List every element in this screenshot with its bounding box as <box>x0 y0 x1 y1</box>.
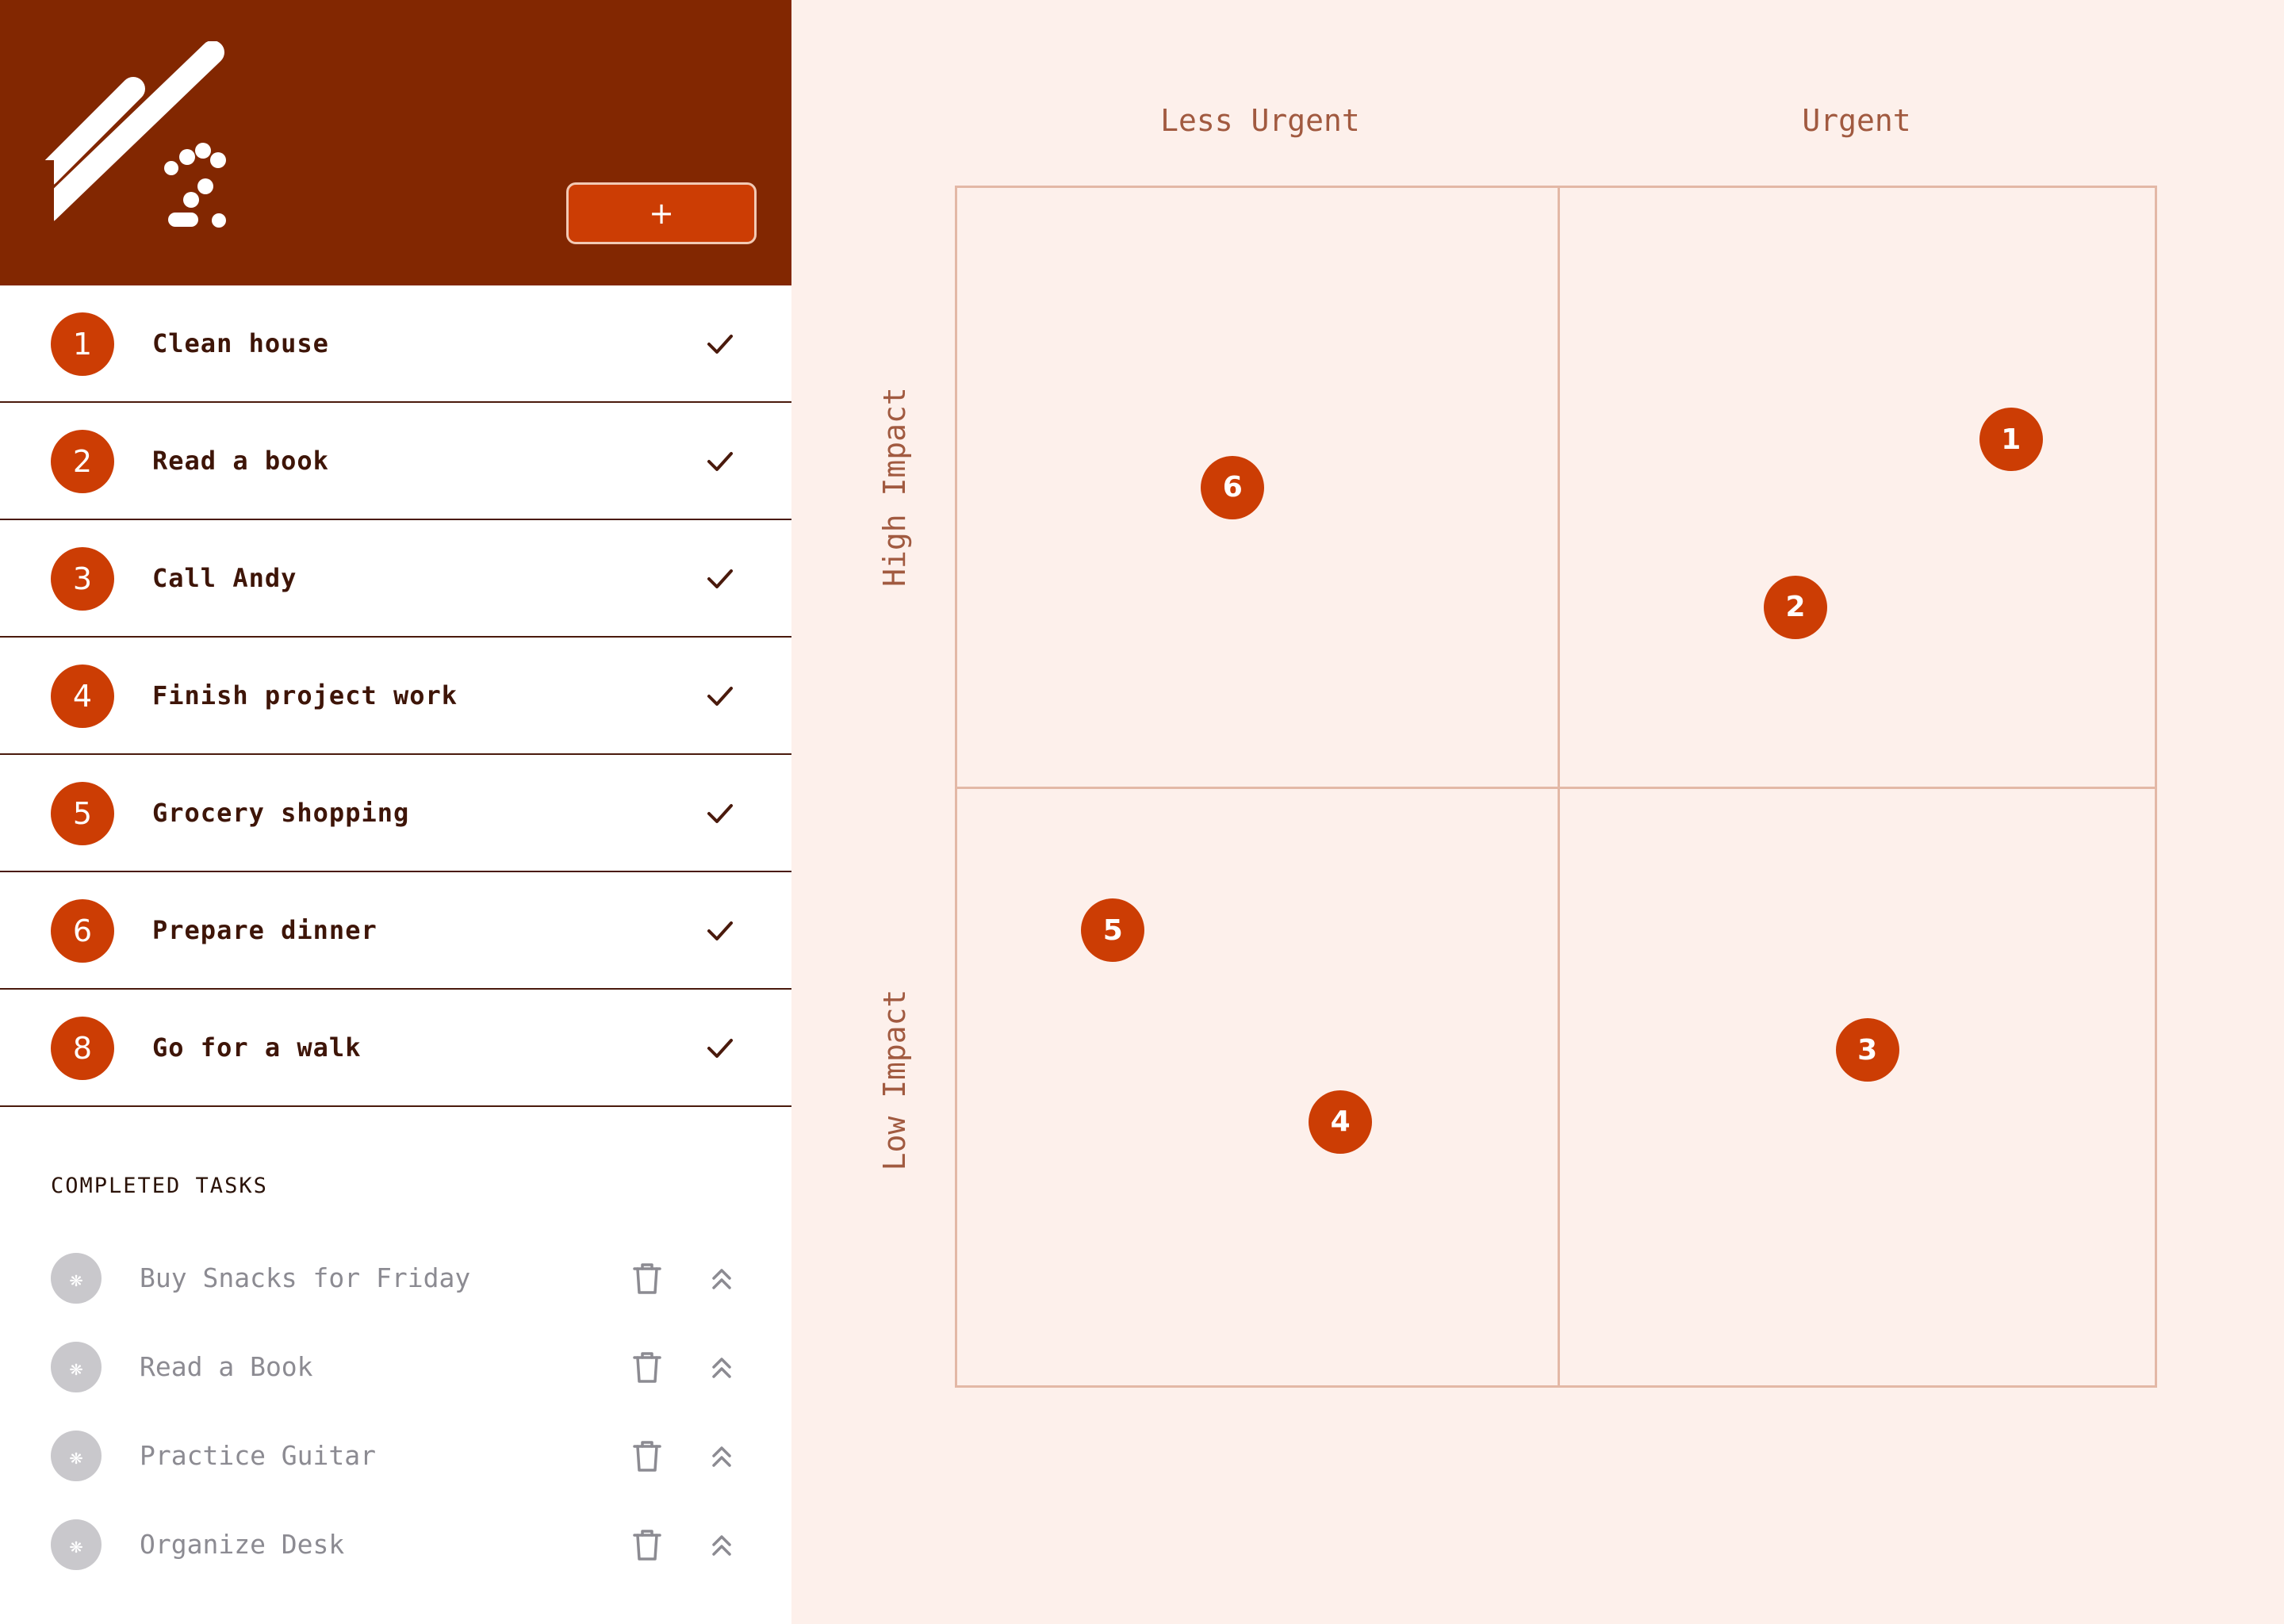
trash-icon[interactable] <box>630 1350 665 1385</box>
trash-icon[interactable] <box>630 1261 665 1296</box>
complete-task-check-icon[interactable] <box>703 327 738 362</box>
task-label: Grocery shopping <box>152 798 410 828</box>
restore-chevrons-up-icon[interactable] <box>704 1350 739 1385</box>
task-label: Go for a walk <box>152 1032 362 1063</box>
app-logo <box>36 41 226 228</box>
task-label: Read a book <box>152 446 329 476</box>
completed-badge-icon: ❋ <box>51 1431 102 1481</box>
task-number-badge: 8 <box>51 1017 114 1080</box>
completed-badge-icon: ❋ <box>51 1253 102 1304</box>
task-number-badge: 4 <box>51 665 114 728</box>
restore-chevrons-up-icon[interactable] <box>704 1261 739 1296</box>
task-number-badge: 1 <box>51 312 114 376</box>
task-row[interactable]: 6 Prepare dinner <box>0 872 791 990</box>
matrix-horizontal-divider <box>957 787 2155 789</box>
restore-chevrons-up-icon[interactable] <box>704 1438 739 1473</box>
complete-task-check-icon[interactable] <box>703 1031 738 1066</box>
task-row[interactable]: 3 Call Andy <box>0 520 791 638</box>
matrix-task-marker[interactable]: 3 <box>1835 1018 1899 1082</box>
completed-task-row: ❋ Practice Guitar <box>0 1424 791 1488</box>
task-row[interactable]: 1 Clean house <box>0 285 791 403</box>
completed-task-row: ❋ Buy Snacks for Friday <box>0 1247 791 1310</box>
completed-task-label: Practice Guitar <box>140 1440 377 1471</box>
column-label-urgent: Urgent <box>1802 103 1911 138</box>
task-label: Finish project work <box>152 680 458 710</box>
matrix-task-marker[interactable]: 1 <box>1979 408 2043 472</box>
task-label: Call Andy <box>152 563 297 593</box>
completed-task-label: Organize Desk <box>140 1529 345 1560</box>
matrix-task-marker[interactable]: 6 <box>1201 455 1265 519</box>
matrix-task-marker[interactable]: 2 <box>1764 575 1827 639</box>
complete-task-check-icon[interactable] <box>703 444 738 479</box>
completed-badge-icon: ❋ <box>51 1342 102 1392</box>
complete-task-check-icon[interactable] <box>703 561 738 596</box>
row-label-low-impact: Low Impact <box>877 989 912 1171</box>
task-list: 1 Clean house 2 Read a book 3 Call Andy 4 Finis… <box>0 285 791 1107</box>
row-label-high-impact: High Impact <box>877 387 912 587</box>
complete-task-check-icon[interactable] <box>703 914 738 948</box>
task-row[interactable]: 5 Grocery shopping <box>0 755 791 872</box>
task-number-badge: 3 <box>51 547 114 611</box>
task-label: Prepare dinner <box>152 915 377 945</box>
column-label-less-urgent: Less Urgent <box>1160 103 1360 138</box>
restore-chevrons-up-icon[interactable] <box>704 1527 739 1562</box>
task-row[interactable]: 2 Read a book <box>0 403 791 520</box>
matrix-task-marker[interactable]: 4 <box>1309 1090 1373 1154</box>
add-task-button[interactable]: + <box>566 182 757 244</box>
complete-task-check-icon[interactable] <box>703 679 738 714</box>
trash-icon[interactable] <box>630 1438 665 1473</box>
matrix-task-marker[interactable]: 5 <box>1081 898 1145 963</box>
complete-task-check-icon[interactable] <box>703 796 738 831</box>
task-number-badge: 5 <box>51 782 114 845</box>
completed-badge-icon: ❋ <box>51 1519 102 1570</box>
completed-task-label: Buy Snacks for Friday <box>140 1262 471 1293</box>
task-row[interactable]: 4 Finish project work <box>0 638 791 755</box>
priority-matrix: 1 2 6 5 4 3 <box>955 186 2157 1388</box>
task-label: Clean house <box>152 328 329 358</box>
completed-task-row: ❋ Organize Desk <box>0 1513 791 1576</box>
app-header: + <box>0 0 791 285</box>
task-number-badge: 6 <box>51 899 114 963</box>
task-number-badge: 2 <box>51 430 114 493</box>
sidebar: + 1 Clean house 2 Read a book 3 Call Andy 4 Fin… <box>0 0 791 1624</box>
trash-icon[interactable] <box>630 1527 665 1562</box>
completed-tasks-heading: COMPLETED TASKS <box>51 1174 268 1198</box>
task-row[interactable]: 8 Go for a walk <box>0 990 791 1107</box>
completed-task-row: ❋ Read a Book <box>0 1335 791 1399</box>
completed-task-label: Read a Book <box>140 1351 313 1382</box>
